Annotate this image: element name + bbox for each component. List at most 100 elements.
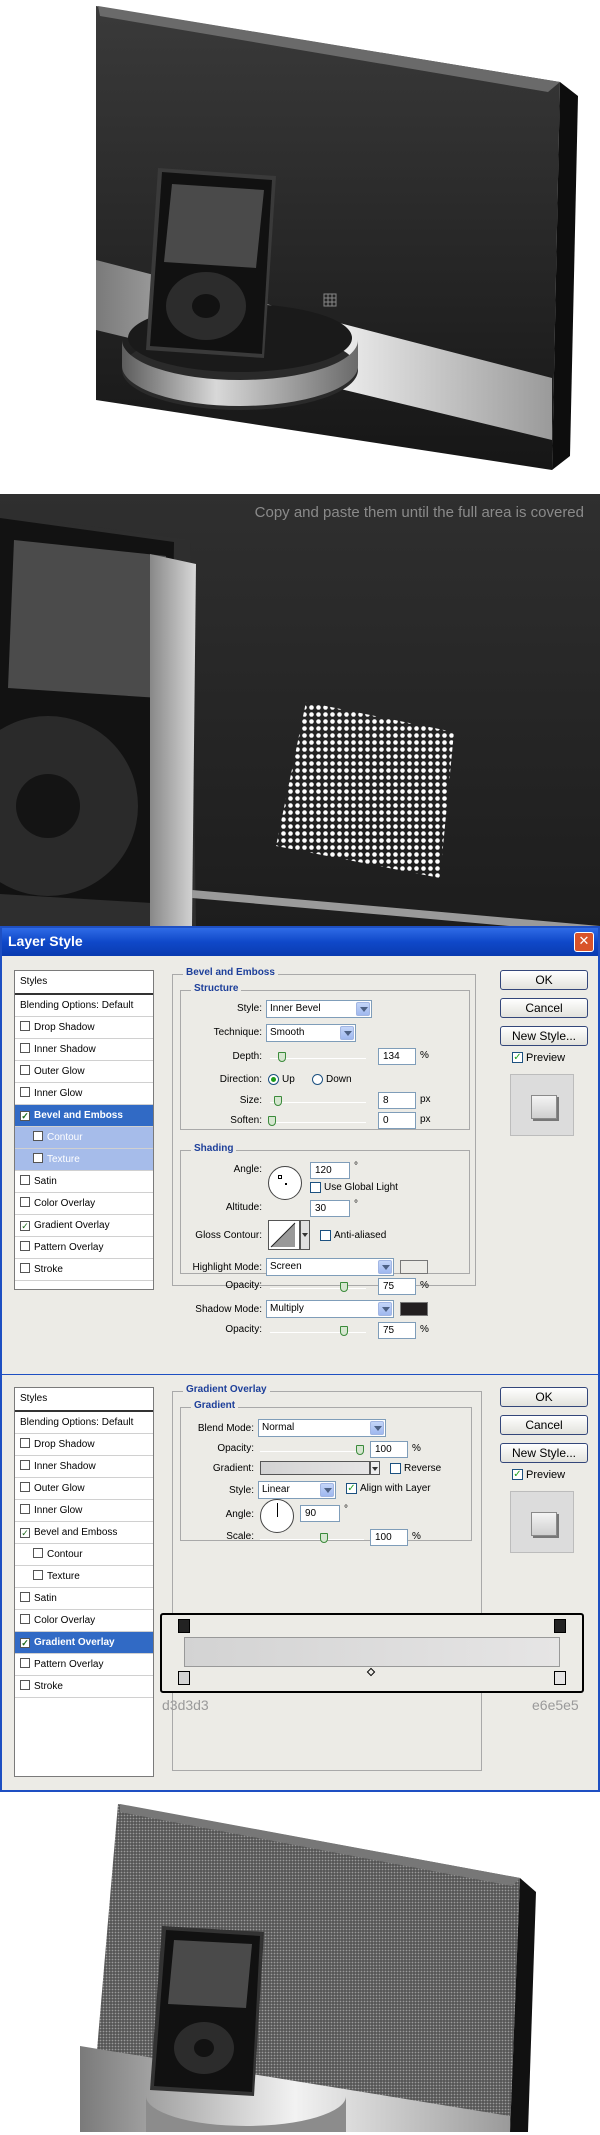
- style-item-color-overlay[interactable]: Color Overlay: [15, 1610, 153, 1632]
- new-style-button[interactable]: New Style...: [500, 1443, 588, 1463]
- style-checkbox[interactable]: [33, 1548, 43, 1558]
- gradient-angle-input[interactable]: 90: [300, 1505, 340, 1522]
- opacity-stop-left[interactable]: [178, 1619, 190, 1633]
- style-item-color-overlay[interactable]: Color Overlay: [15, 1193, 153, 1215]
- gradient-angle-dial[interactable]: [260, 1499, 294, 1533]
- scale-slider-track[interactable]: [260, 1539, 364, 1540]
- style-checkbox[interactable]: [20, 1175, 30, 1185]
- style-checkbox[interactable]: [20, 1504, 30, 1514]
- midpoint-diamond-icon[interactable]: [366, 1667, 376, 1677]
- style-checkbox[interactable]: [20, 1658, 30, 1668]
- depth-slider-thumb[interactable]: [278, 1052, 286, 1062]
- style-item-pattern-overlay[interactable]: Pattern Overlay: [15, 1654, 153, 1676]
- highlight-opacity-track[interactable]: [270, 1288, 366, 1289]
- style-item-stroke[interactable]: Stroke: [15, 1259, 153, 1281]
- gloss-contour-picker[interactable]: [268, 1220, 300, 1250]
- close-button[interactable]: ✕: [574, 932, 594, 952]
- style-checkbox[interactable]: [20, 1021, 30, 1031]
- shadow-color-swatch[interactable]: [400, 1302, 428, 1316]
- style-checkbox[interactable]: [20, 1043, 30, 1053]
- opacity-slider-track[interactable]: [260, 1451, 364, 1452]
- style-item-contour[interactable]: Contour: [15, 1544, 153, 1566]
- style-checkbox[interactable]: [33, 1570, 43, 1580]
- shadow-opacity-track[interactable]: [270, 1332, 366, 1333]
- ok-button[interactable]: OK: [500, 970, 588, 990]
- style-item-gradient-overlay[interactable]: ✓ Gradient Overlay: [15, 1215, 153, 1237]
- style-item-texture[interactable]: Texture: [15, 1566, 153, 1588]
- opacity-stop-right[interactable]: [554, 1619, 566, 1633]
- style-item-pattern-overlay[interactable]: Pattern Overlay: [15, 1237, 153, 1259]
- style-item-outer-glow[interactable]: Outer Glow: [15, 1061, 153, 1083]
- soften-slider-thumb[interactable]: [268, 1116, 276, 1126]
- reverse-checkbox[interactable]: [390, 1463, 401, 1474]
- gradient-style-select[interactable]: Linear: [258, 1481, 336, 1499]
- new-style-button[interactable]: New Style...: [500, 1026, 588, 1046]
- opacity-input[interactable]: 100: [370, 1441, 408, 1458]
- style-checkbox[interactable]: [20, 1065, 30, 1075]
- style-item-blending-options-default[interactable]: Blending Options: Default: [15, 1412, 153, 1434]
- highlight-opacity-input[interactable]: 75: [378, 1278, 416, 1295]
- highlight-color-swatch[interactable]: [400, 1260, 428, 1274]
- cancel-button[interactable]: Cancel: [500, 1415, 588, 1435]
- shadow-mode-select[interactable]: Multiply: [266, 1300, 394, 1318]
- direction-up-radio[interactable]: [268, 1074, 279, 1085]
- ok-button[interactable]: OK: [500, 1387, 588, 1407]
- style-item-inner-shadow[interactable]: Inner Shadow: [15, 1039, 153, 1061]
- preview-checkbox[interactable]: ✓: [512, 1469, 523, 1480]
- style-select[interactable]: Inner Bevel: [266, 1000, 372, 1018]
- style-checkbox[interactable]: [20, 1087, 30, 1097]
- style-item-stroke[interactable]: Stroke: [15, 1676, 153, 1698]
- angle-dial[interactable]: [268, 1166, 302, 1200]
- direction-down-radio[interactable]: [312, 1074, 323, 1085]
- style-item-contour[interactable]: Contour: [15, 1127, 153, 1149]
- gloss-contour-dropdown[interactable]: [300, 1220, 310, 1250]
- scale-slider-thumb[interactable]: [320, 1533, 328, 1543]
- soften-input[interactable]: 0: [378, 1112, 416, 1129]
- style-checkbox[interactable]: [33, 1153, 43, 1163]
- scale-input[interactable]: 100: [370, 1529, 408, 1546]
- preview-checkbox[interactable]: ✓: [512, 1052, 523, 1063]
- highlight-mode-select[interactable]: Screen: [266, 1258, 394, 1276]
- gradient-dropdown[interactable]: [370, 1461, 380, 1475]
- style-item-drop-shadow[interactable]: Drop Shadow: [15, 1017, 153, 1039]
- depth-input[interactable]: 134: [378, 1048, 416, 1065]
- style-item-inner-glow[interactable]: Inner Glow: [15, 1083, 153, 1105]
- color-stop-left[interactable]: [178, 1671, 190, 1685]
- style-item-texture[interactable]: Texture: [15, 1149, 153, 1171]
- style-checkbox[interactable]: ✓: [20, 1638, 30, 1648]
- gradient-picker[interactable]: [260, 1461, 370, 1475]
- shadow-opacity-thumb[interactable]: [340, 1326, 348, 1336]
- angle-input[interactable]: 120: [310, 1162, 350, 1179]
- style-checkbox[interactable]: [20, 1438, 30, 1448]
- style-item-bevel-and-emboss[interactable]: ✓ Bevel and Emboss: [15, 1105, 153, 1127]
- style-item-bevel-and-emboss[interactable]: ✓ Bevel and Emboss: [15, 1522, 153, 1544]
- style-item-satin[interactable]: Satin: [15, 1171, 153, 1193]
- technique-select[interactable]: Smooth: [266, 1024, 356, 1042]
- style-checkbox[interactable]: ✓: [20, 1111, 30, 1121]
- color-stop-right[interactable]: [554, 1671, 566, 1685]
- style-item-styles[interactable]: Styles: [15, 971, 153, 995]
- style-item-satin[interactable]: Satin: [15, 1588, 153, 1610]
- gradient-bar[interactable]: [184, 1637, 560, 1667]
- style-checkbox[interactable]: [20, 1460, 30, 1470]
- style-item-outer-glow[interactable]: Outer Glow: [15, 1478, 153, 1500]
- align-with-layer-checkbox[interactable]: ✓: [346, 1483, 357, 1494]
- style-checkbox[interactable]: [20, 1592, 30, 1602]
- style-item-blending-options-default[interactable]: Blending Options: Default: [15, 995, 153, 1017]
- style-item-inner-shadow[interactable]: Inner Shadow: [15, 1456, 153, 1478]
- style-checkbox[interactable]: [33, 1131, 43, 1141]
- use-global-light-checkbox[interactable]: [310, 1182, 321, 1193]
- style-checkbox[interactable]: ✓: [20, 1221, 30, 1231]
- blend-mode-select[interactable]: Normal: [258, 1419, 386, 1437]
- size-slider-track[interactable]: [270, 1102, 366, 1103]
- style-checkbox[interactable]: [20, 1241, 30, 1251]
- opacity-slider-thumb[interactable]: [356, 1445, 364, 1455]
- style-checkbox[interactable]: [20, 1482, 30, 1492]
- anti-aliased-checkbox[interactable]: [320, 1230, 331, 1241]
- highlight-opacity-thumb[interactable]: [340, 1282, 348, 1292]
- size-slider-thumb[interactable]: [274, 1096, 282, 1106]
- style-checkbox[interactable]: [20, 1197, 30, 1207]
- style-checkbox[interactable]: [20, 1680, 30, 1690]
- style-item-inner-glow[interactable]: Inner Glow: [15, 1500, 153, 1522]
- style-checkbox[interactable]: [20, 1614, 30, 1624]
